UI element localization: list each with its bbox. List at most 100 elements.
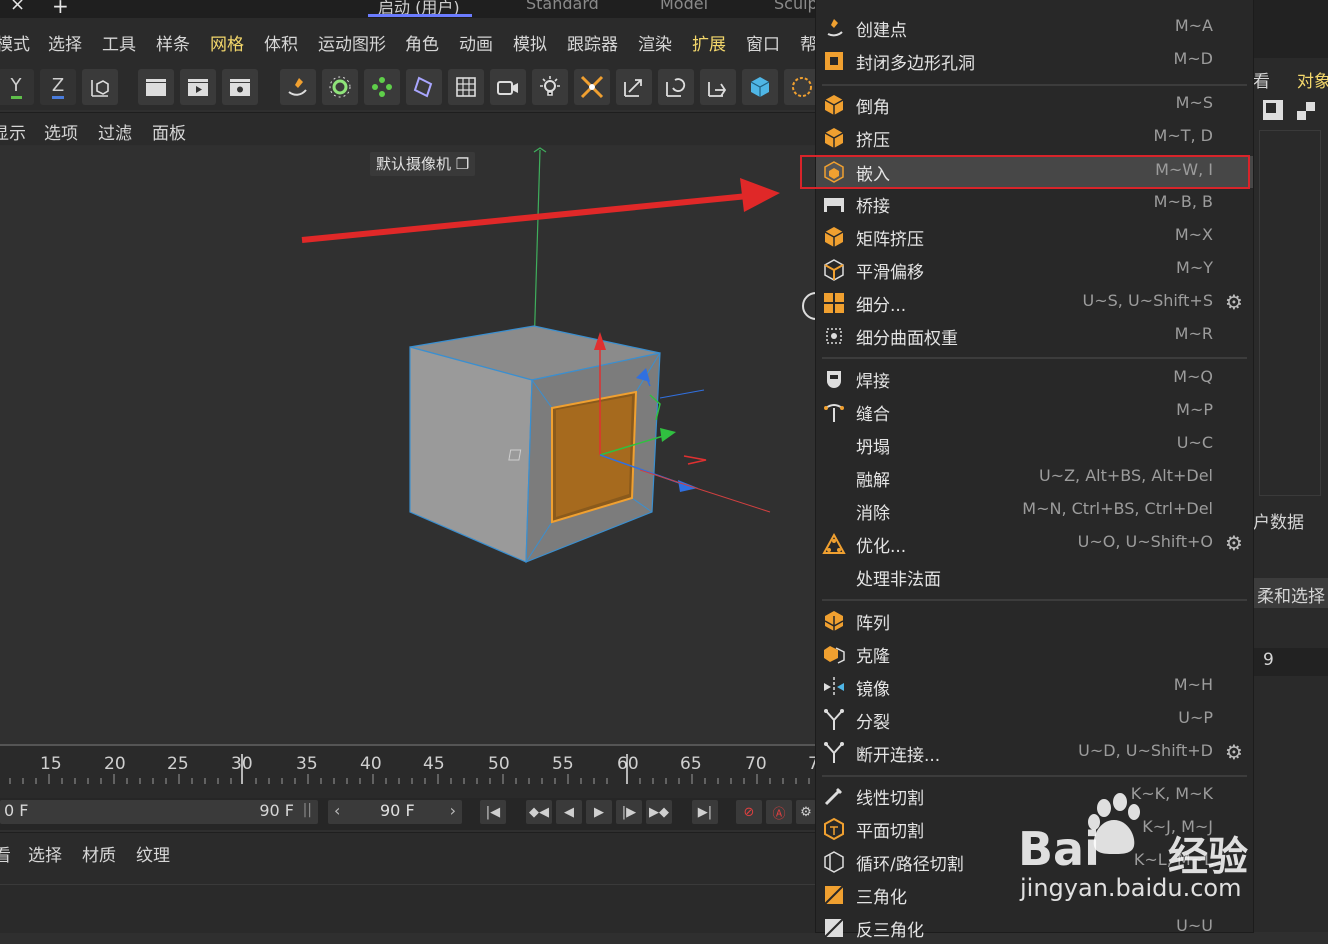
viewport-menu-filter[interactable]: 过滤 xyxy=(98,119,132,144)
tab-standard[interactable]: Standard xyxy=(526,0,599,13)
menu-character[interactable]: 角色 xyxy=(405,30,439,55)
timeline-ruler[interactable]: 15 20 25 30 35 40 45 50 55 60 65 70 7 xyxy=(0,744,819,800)
menu-item-subdivision-weight[interactable]: 细分曲面权重 M~R xyxy=(816,320,1253,352)
menu-mograph[interactable]: 运动图形 xyxy=(318,30,386,55)
key-settings-button[interactable]: ⚙ xyxy=(796,800,816,824)
menu-item-clone[interactable]: 克隆 xyxy=(816,638,1253,670)
tab-model[interactable]: Model xyxy=(660,0,708,13)
menu-volume[interactable]: 体积 xyxy=(264,30,298,55)
menu-simulate[interactable]: 模拟 xyxy=(513,30,547,55)
soft-selection-tab[interactable]: 柔和选择 xyxy=(1257,582,1325,607)
range-handle-icon[interactable]: || xyxy=(303,802,312,818)
menu-item-split[interactable]: 分裂 U~P xyxy=(816,704,1253,736)
menu-item-optimize[interactable]: 优化... U~O, U~Shift+O ⚙ xyxy=(816,528,1253,560)
attribute-mode-icon[interactable] xyxy=(1263,100,1283,120)
menu-select[interactable]: 选择 xyxy=(48,30,82,55)
frame-increment-icon[interactable]: › xyxy=(450,801,456,820)
viewport-menu-panel[interactable]: 面板 xyxy=(152,119,186,144)
menu-mesh[interactable]: 网格 xyxy=(210,30,244,55)
camera-button[interactable] xyxy=(490,69,526,105)
bottom-menu-texture[interactable]: 纹理 xyxy=(136,841,170,866)
render-to-picture-viewer-button[interactable] xyxy=(180,69,216,105)
gear-icon[interactable]: ⚙ xyxy=(1223,291,1245,313)
render-view-button[interactable] xyxy=(138,69,174,105)
menu-item-weld[interactable]: 焊接 M~Q xyxy=(816,363,1253,395)
rotate-tool-button[interactable] xyxy=(658,69,694,105)
menu-item-collapse[interactable]: 坍塌 U~C xyxy=(816,429,1253,461)
user-data-label[interactable]: 户数据 xyxy=(1253,508,1304,533)
deformer-button[interactable] xyxy=(406,69,442,105)
menu-item-mirror[interactable]: 镜像 M~H xyxy=(816,671,1253,703)
render-settings-button[interactable] xyxy=(222,69,258,105)
generator-button[interactable] xyxy=(364,69,400,105)
viewport-solo-button[interactable] xyxy=(742,69,778,105)
menu-item-eliminate[interactable]: 消除 M~N, Ctrl+BS, Ctrl+Del xyxy=(816,495,1253,527)
frame-range-slider[interactable]: 0 F 90 F || xyxy=(0,800,318,824)
previous-key-button[interactable]: ◆◀ xyxy=(526,800,552,824)
spline-pen-button[interactable] xyxy=(280,69,316,105)
workplane-button[interactable] xyxy=(784,69,820,105)
menu-tools[interactable]: 工具 xyxy=(102,30,136,55)
light-button[interactable] xyxy=(532,69,568,105)
next-frame-button[interactable]: |▶ xyxy=(616,800,642,824)
menu-item-dissolve[interactable]: 融解 U~Z, Alt+BS, Alt+Del xyxy=(816,462,1253,494)
menu-item-disconnect[interactable]: 断开连接... U~D, U~Shift+D ⚙ xyxy=(816,737,1253,769)
snap-button[interactable] xyxy=(574,69,610,105)
menu-render[interactable]: 渲染 xyxy=(638,30,672,55)
menu-item-matrix-extrude[interactable]: 矩阵挤压 M~X xyxy=(816,221,1253,253)
frame-decrement-icon[interactable]: ‹ xyxy=(334,801,340,820)
axis-y-button[interactable]: Y xyxy=(0,69,34,105)
current-frame-field[interactable]: ‹ 90 F › xyxy=(328,800,462,824)
gear-icon[interactable]: ⚙ xyxy=(1223,532,1245,554)
go-to-end-button[interactable]: ▶| xyxy=(692,800,718,824)
menu-item-bridge[interactable]: 桥接 M~B, B xyxy=(816,188,1253,220)
menu-item-label: 桥接 xyxy=(856,197,890,217)
menu-item-untriangulate[interactable]: 反三角化 U~U xyxy=(816,912,1253,944)
material-manager-area[interactable] xyxy=(0,884,816,933)
menu-item-subdivide[interactable]: 细分... U~S, U~Shift+S ⚙ xyxy=(816,287,1253,319)
record-key-button[interactable]: ⊘ xyxy=(736,800,762,824)
menu-item-fix-nonmanifold[interactable]: 处理非法面 xyxy=(816,561,1253,593)
scale-tool-button[interactable] xyxy=(700,69,736,105)
bottom-menu-view[interactable]: 看 xyxy=(0,841,11,866)
play-button[interactable]: ▶ xyxy=(586,800,612,824)
matrix-extrude-icon xyxy=(824,227,844,247)
coordinate-system-button[interactable] xyxy=(82,69,118,105)
baidu-jingyan-watermark: Bai 经验 jingyan.baidu.com xyxy=(1018,792,1258,912)
menu-item-extrude[interactable]: 挤压 M~T, D xyxy=(816,122,1253,154)
tab-view[interactable]: 看 xyxy=(1253,67,1270,92)
menu-tracker[interactable]: 跟踪器 xyxy=(567,30,618,55)
menu-window[interactable]: 窗口 xyxy=(746,30,780,55)
cube-primitive-button[interactable] xyxy=(322,69,358,105)
bottom-menu-material[interactable]: 材质 xyxy=(82,841,116,866)
viewport-menu-options[interactable]: 选项 xyxy=(44,119,78,144)
menu-mode[interactable]: 模式 xyxy=(0,30,30,55)
field-button[interactable] xyxy=(448,69,484,105)
tab-object[interactable]: 对象 xyxy=(1297,67,1328,92)
menu-spline[interactable]: 样条 xyxy=(156,30,190,55)
previous-frame-button[interactable]: ◀ xyxy=(556,800,582,824)
go-to-start-button[interactable]: |◀ xyxy=(480,800,506,824)
active-tab-indicator xyxy=(368,14,472,17)
bottom-menu-select[interactable]: 选择 xyxy=(28,841,62,866)
menu-help[interactable]: 帮 xyxy=(800,30,817,55)
numeric-value[interactable]: 9 xyxy=(1263,650,1274,670)
gear-icon[interactable]: ⚙ xyxy=(1223,741,1245,763)
move-tool-button[interactable] xyxy=(616,69,652,105)
menu-item-stitch[interactable]: 缝合 M~P xyxy=(816,396,1253,428)
menu-animation[interactable]: 动画 xyxy=(459,30,493,55)
next-key-button[interactable]: ▶◆ xyxy=(646,800,672,824)
axis-y-label: Y xyxy=(10,75,22,99)
checker-icon[interactable] xyxy=(1297,102,1315,120)
menu-item-smooth-shift[interactable]: 平滑偏移 M~Y xyxy=(816,254,1253,286)
axis-z-button[interactable]: Z xyxy=(40,69,76,105)
close-tab-icon[interactable]: × xyxy=(10,0,25,15)
menu-item-bevel[interactable]: 倒角 M~S xyxy=(816,89,1253,121)
autokey-button[interactable]: Ⓐ xyxy=(766,800,792,824)
menu-item-create-point[interactable]: 创建点 M~A xyxy=(816,12,1253,44)
menu-extensions[interactable]: 扩展 xyxy=(692,30,726,55)
menu-item-array[interactable]: 阵列 xyxy=(816,605,1253,637)
viewport-menu-display[interactable]: 显示 xyxy=(0,119,26,144)
add-tab-icon[interactable]: + xyxy=(52,0,69,18)
menu-item-close-polygon-hole[interactable]: 封闭多边形孔洞 M~D xyxy=(816,45,1253,77)
